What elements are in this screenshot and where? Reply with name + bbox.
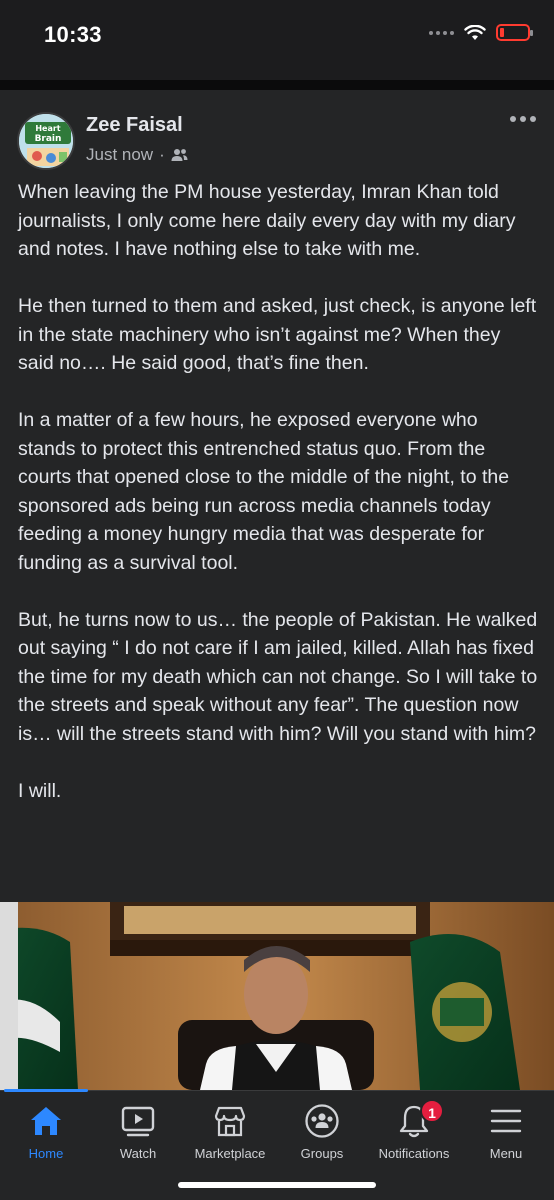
avatar-text-2: Brain [35, 134, 62, 144]
avatar-image: Heart Brain [19, 114, 73, 168]
status-icons [429, 24, 533, 41]
post-timestamp[interactable]: Just now [86, 145, 153, 165]
nav-menu[interactable]: Menu [460, 1101, 552, 1171]
nav-label: Watch [119, 1146, 157, 1161]
nav-home[interactable]: Home [0, 1101, 92, 1171]
nav-watch[interactable]: Watch [92, 1101, 184, 1171]
post-paragraph: In a matter of a few hours, he exposed e… [18, 409, 510, 574]
post-text: When leaving the PM house yesterday, Imr… [18, 178, 538, 834]
post-paragraph: When leaving the PM house yesterday, Imr… [18, 181, 516, 260]
post-more-button[interactable] [510, 116, 536, 122]
wifi-icon [464, 24, 486, 40]
avatar-text-1: Heart [35, 124, 60, 133]
signal-icon [429, 30, 454, 35]
marketplace-icon [214, 1106, 246, 1137]
feed-divider [0, 80, 554, 90]
feed-post: Heart Brain Zee Faisal Just now · When l… [0, 90, 554, 1090]
active-tab-indicator [4, 1089, 88, 1092]
watch-icon [121, 1106, 155, 1137]
post-paragraph: He then turned to them and asked, just c… [18, 295, 537, 374]
nav-marketplace[interactable]: Marketplace [184, 1101, 276, 1171]
notifications-badge: 1 [420, 1099, 444, 1123]
nav-label: Marketplace [194, 1146, 266, 1161]
home-icon [31, 1107, 61, 1135]
home-indicator[interactable] [178, 1182, 376, 1188]
nav-label: Groups [300, 1146, 344, 1161]
friends-icon [171, 149, 188, 161]
battery-icon [496, 24, 533, 41]
groups-icon [305, 1104, 339, 1138]
nav-groups[interactable]: Groups [276, 1101, 368, 1171]
nav-label: Notifications [378, 1146, 450, 1161]
nav-label: Home [28, 1146, 64, 1161]
menu-icon [490, 1109, 522, 1133]
meta-separator: · [159, 145, 165, 164]
post-photo[interactable] [0, 902, 554, 1090]
post-meta: Just now · [86, 145, 188, 165]
post-paragraph: I will. [18, 779, 62, 802]
status-time: 10:33 [44, 22, 102, 47]
post-paragraph: But, he turns now to us… the people of P… [18, 608, 538, 745]
status-bar: 10:33 [0, 0, 554, 80]
avatar[interactable]: Heart Brain [17, 112, 75, 170]
nav-notifications[interactable]: 1 Notifications [368, 1099, 460, 1171]
post-author[interactable]: Zee Faisal [86, 114, 183, 137]
nav-label: Menu [489, 1146, 523, 1161]
